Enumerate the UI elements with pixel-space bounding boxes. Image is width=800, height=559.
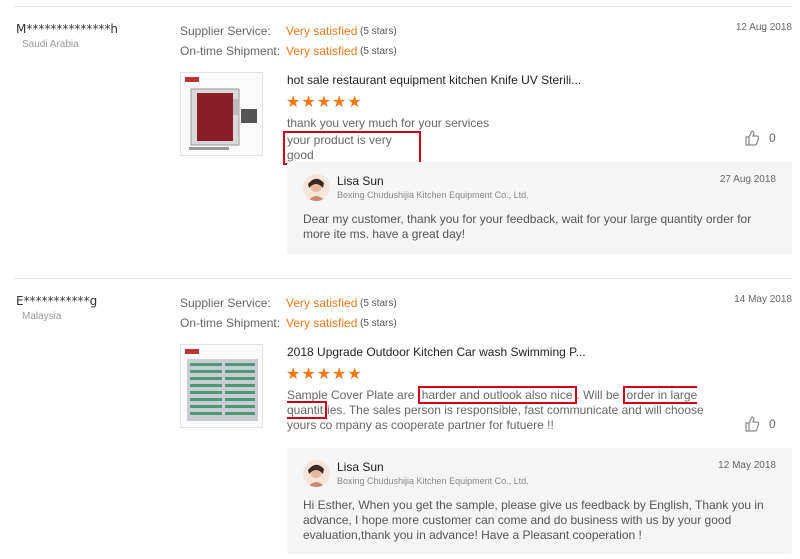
rating-label: Supplier Service: [180, 296, 271, 310]
buyer-name: M**************h [16, 22, 118, 36]
product-thumbnail[interactable] [180, 72, 263, 156]
reply-text: Hi Esther, When you get the sample, plea… [303, 498, 764, 542]
supplier-reply: Lisa Sun Boxing Chudushijia Kitchen Equi… [287, 448, 792, 554]
star-rating: ★★★★★ [286, 366, 363, 383]
rating-value: Very satisfied [286, 44, 358, 58]
product-image [185, 349, 258, 421]
feedback-line: thank you very much for your services [287, 116, 490, 130]
avatar [303, 460, 330, 487]
feedback-segment: ies. The sales person is responsible, fa… [287, 403, 704, 432]
buyer-country: Saudi Arabia [22, 39, 79, 50]
avatar-image [303, 460, 330, 487]
reply-author: Lisa Sun [337, 174, 384, 188]
feedback-segment: . Will be [576, 388, 623, 402]
rating-label: Supplier Service: [180, 24, 271, 38]
rating-stars: (5 stars) [360, 46, 397, 57]
like-count: 0 [769, 417, 776, 431]
like-button[interactable]: 0 [744, 416, 776, 432]
rating-stars: (5 stars) [360, 318, 397, 329]
product-title-link[interactable]: 2018 Upgrade Outdoor Kitchen Car wash Sw… [287, 345, 586, 359]
like-count: 0 [769, 131, 776, 145]
rating-stars: (5 stars) [360, 26, 397, 37]
thumbs-up-icon [745, 130, 760, 146]
reply-date: 27 Aug 2018 [719, 174, 776, 185]
supplier-reply: Lisa Sun Boxing Chudushijia Kitchen Equi… [287, 162, 792, 254]
review-date: 14 May 2018 [734, 294, 792, 305]
top-divider [14, 6, 792, 7]
product-thumbnail[interactable] [180, 344, 263, 428]
like-button[interactable]: 0 [744, 130, 776, 146]
review-divider [14, 278, 792, 279]
avatar-image [303, 174, 330, 201]
buyer-name: E***********g [16, 294, 98, 308]
feedback-text: Sample Cover Plate are harder and outloo… [287, 386, 707, 433]
rating-value: Very satisfied [286, 316, 358, 330]
review-item: M**************h Saudi Arabia Supplier S… [0, 22, 800, 272]
rating-stars: (5 stars) [360, 298, 397, 309]
rating-value: Very satisfied [286, 24, 358, 38]
feedback-text: thank you very much for your services yo… [283, 116, 490, 165]
review-date: 12 Aug 2018 [735, 22, 792, 33]
reply-company: Boxing Chudushijia Kitchen Equipment Co.… [337, 190, 529, 200]
reply-author: Lisa Sun [337, 460, 384, 474]
avatar [303, 174, 330, 201]
product-image [185, 77, 257, 150]
rating-label: On-time Shipment: [180, 44, 281, 58]
buyer-country: Malaysia [22, 311, 62, 322]
rating-value: Very satisfied [286, 296, 358, 310]
reply-text: Dear my customer, thank you for your fee… [303, 212, 752, 241]
reply-date: 12 May 2018 [718, 460, 776, 471]
star-rating: ★★★★★ [286, 94, 363, 111]
highlighted-feedback: harder and outlook also nice [417, 386, 577, 404]
highlighted-feedback: your product is very good [283, 131, 421, 165]
thumbs-up-icon [745, 416, 760, 432]
rating-label: On-time Shipment: [180, 316, 281, 330]
reply-company: Boxing Chudushijia Kitchen Equipment Co.… [337, 476, 529, 486]
feedback-segment: Sample Cover Plate are [287, 388, 418, 402]
product-title-link[interactable]: hot sale restaurant equipment kitchen Kn… [287, 73, 581, 87]
review-item: E***********g Malaysia Supplier Service:… [0, 294, 800, 559]
